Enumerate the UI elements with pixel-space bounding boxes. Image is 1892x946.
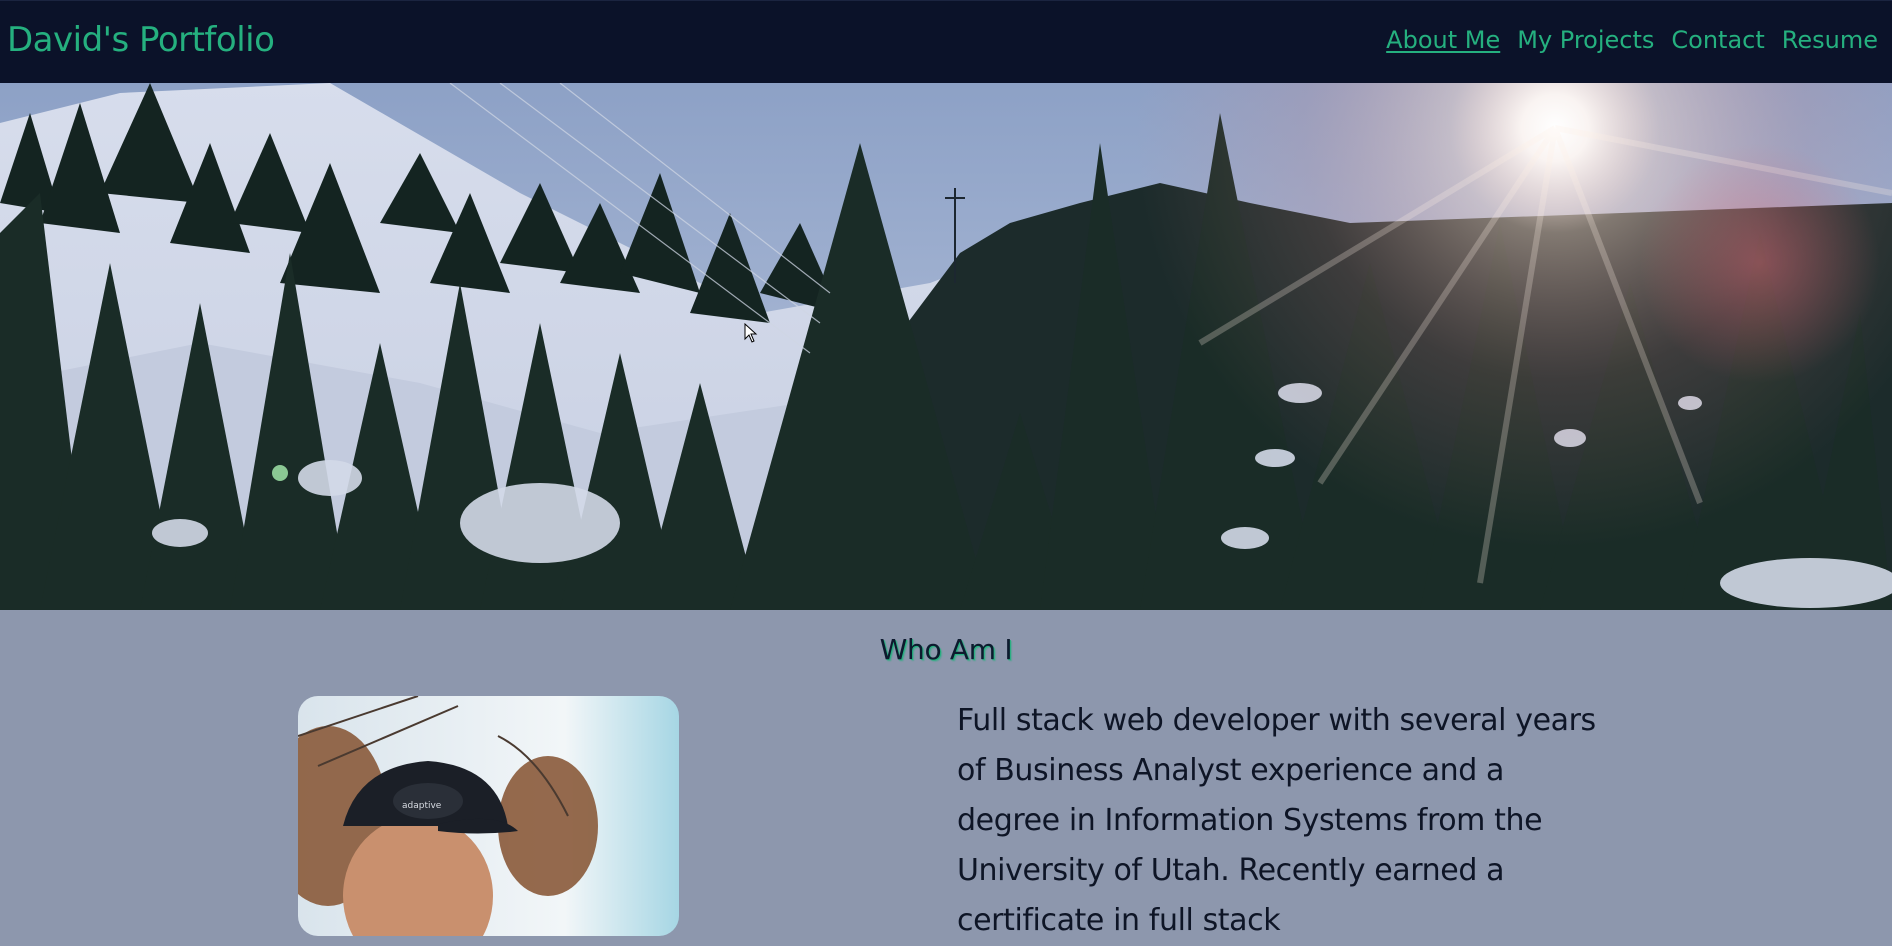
main-nav: About Me My Projects Contact Resume <box>1386 25 1878 55</box>
nav-about-me[interactable]: About Me <box>1386 25 1500 55</box>
nav-my-projects[interactable]: My Projects <box>1517 25 1654 55</box>
profile-photo: adaptive <box>298 696 679 936</box>
site-brand[interactable]: David's Portfolio <box>7 19 275 61</box>
hero-image <box>0 83 1892 610</box>
nav-contact[interactable]: Contact <box>1671 25 1764 55</box>
about-paragraph: Full stack web developer with several ye… <box>957 703 1596 938</box>
svg-text:adaptive: adaptive <box>402 801 442 811</box>
section-title: Who Am I <box>879 633 1013 666</box>
site-header: David's Portfolio About Me My Projects C… <box>0 0 1892 83</box>
nav-resume[interactable]: Resume <box>1782 25 1878 55</box>
mouse-cursor-icon <box>744 323 758 343</box>
